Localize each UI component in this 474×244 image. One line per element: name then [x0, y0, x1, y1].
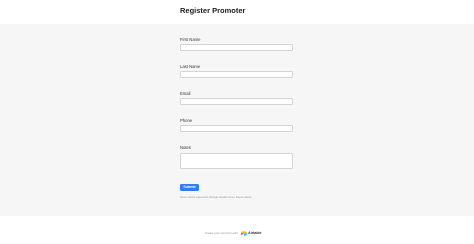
first-name-field[interactable]	[180, 44, 293, 51]
disclaimer-text: Never submit passwords through Airtable …	[180, 196, 252, 199]
form-header: Register Promoter	[0, 0, 474, 24]
submit-button[interactable]: Submit	[180, 184, 199, 191]
email-field[interactable]	[180, 98, 293, 105]
email-label: Email	[180, 91, 191, 96]
form-title: Register Promoter	[180, 6, 246, 15]
notes-field[interactable]	[180, 153, 293, 169]
first-name-label: First Name	[180, 37, 201, 42]
last-name-field[interactable]	[180, 71, 293, 78]
attribution-text: Create your own form with	[205, 231, 238, 235]
airtable-logo-icon	[240, 230, 247, 236]
last-name-label: Last Name	[180, 64, 201, 69]
form-footer: Create your own form with Airtable	[0, 216, 474, 244]
phone-field[interactable]	[180, 125, 293, 132]
form-body	[0, 24, 474, 216]
airtable-brand-name: Airtable	[248, 231, 262, 235]
notes-label: Notes	[180, 145, 191, 150]
phone-label: Phone	[180, 118, 193, 123]
airtable-attribution[interactable]: Create your own form with Airtable	[205, 230, 262, 236]
